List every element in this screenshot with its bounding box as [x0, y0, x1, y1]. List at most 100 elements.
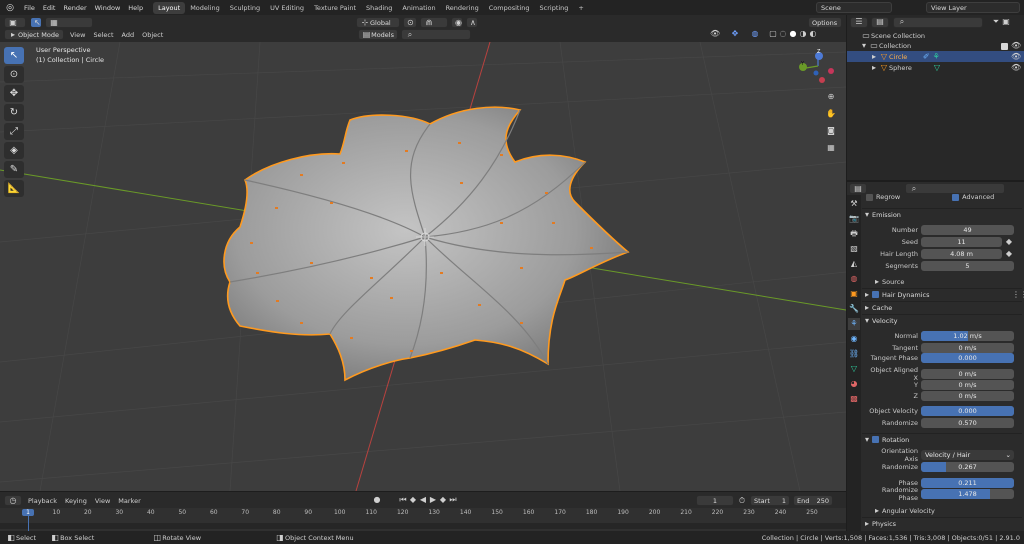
start-frame-field[interactable]: Start 1	[750, 495, 790, 506]
velocity-section-header[interactable]: ▾ Velocity	[862, 314, 1022, 326]
select-mode-button[interactable]: ↖	[30, 17, 42, 28]
outliner-collection[interactable]: ▾ ▭ Collection 👁	[859, 41, 1021, 51]
tab-layout[interactable]: Layout	[153, 1, 186, 14]
wireframe-shading-icon[interactable]: ◌	[778, 29, 788, 39]
menu-object[interactable]: Object	[142, 31, 163, 39]
expand-arrow-icon[interactable]: ▸	[869, 52, 879, 62]
drag-handle-icon[interactable]: ⋮⋮	[1012, 290, 1024, 300]
transform-orientation-dropdown[interactable]: ⊹ Global	[356, 17, 400, 28]
rotation-randomize-field[interactable]: 0.267	[921, 461, 1014, 472]
filter-icon[interactable]: ⏷	[991, 17, 1001, 27]
menu-window[interactable]: Window	[91, 4, 125, 12]
timeline-scrollbar[interactable]	[0, 523, 846, 529]
menu-view[interactable]: View	[70, 31, 85, 39]
annotate-tool-icon[interactable]: ✎	[4, 161, 24, 178]
physics-tab-icon[interactable]: ◉	[848, 333, 860, 345]
world-tab-icon[interactable]: ◍	[848, 273, 860, 285]
blender-logo-icon[interactable]: ◎	[4, 2, 16, 14]
tangent-field[interactable]: 0 m/s	[921, 342, 1014, 353]
scale-tool-icon[interactable]: ⤢	[4, 123, 24, 140]
tab-uv-editing[interactable]: UV Editing	[265, 2, 309, 14]
solid-shading-icon[interactable]: ●	[788, 29, 798, 39]
tab-animation[interactable]: Animation	[397, 2, 440, 14]
segments-field[interactable]: 5	[921, 260, 1014, 271]
physics-section-header[interactable]: ▸ Physics	[862, 517, 1022, 529]
move-tool-icon[interactable]: ✥	[4, 85, 24, 102]
tab-scripting[interactable]: Scripting	[535, 2, 574, 14]
regrow-checkbox[interactable]	[866, 193, 873, 201]
modifier-tab-icon[interactable]: 🔧	[848, 303, 860, 315]
menu-keying[interactable]: Keying	[65, 497, 87, 505]
grid-view-icon[interactable]: ▦	[826, 143, 836, 153]
play-icon[interactable]: ▶	[428, 495, 438, 505]
measure-tool-icon[interactable]: 📐	[4, 180, 24, 197]
sphere-visibility-icon[interactable]: 👁	[1011, 63, 1021, 73]
output-tab-icon[interactable]: 🖶	[848, 228, 860, 240]
texture-tab-icon[interactable]: ▩	[848, 393, 860, 405]
end-frame-field[interactable]: End 250	[793, 495, 833, 506]
emission-section-header[interactable]: ▾ Emission	[862, 208, 1022, 220]
proportional-edit-button[interactable]: ◉	[451, 17, 463, 28]
playhead-line[interactable]	[28, 516, 29, 531]
outliner-search-input[interactable]: ⌕	[893, 16, 983, 28]
outliner-scene-collection[interactable]: ▭ Scene Collection	[861, 31, 1021, 41]
jump-start-icon[interactable]: ⏮	[398, 495, 408, 505]
pivot-button[interactable]: ⊙	[403, 17, 417, 28]
transform-tool-icon[interactable]: ◈	[4, 142, 24, 159]
menu-select[interactable]: Select	[93, 31, 113, 39]
filter-search-input[interactable]: ⌕	[401, 29, 471, 40]
editor-type-button[interactable]: ▣	[4, 17, 26, 28]
timeline-editor-type[interactable]: ◷	[4, 495, 22, 506]
menu-help[interactable]: Help	[124, 4, 147, 12]
visibility-icon[interactable]: 👁	[710, 29, 720, 39]
mode-dropdown[interactable]: ▸ Object Mode	[4, 29, 64, 40]
gizmo-neg-x-axis[interactable]	[819, 77, 825, 83]
tab-rendering[interactable]: Rendering	[441, 2, 484, 14]
display-mode-button[interactable]: ▤	[871, 16, 889, 28]
outliner-editor-type[interactable]: ☰	[850, 16, 868, 28]
menu-add[interactable]: Add	[122, 31, 135, 39]
overlay-toggle-icon[interactable]: ◍	[750, 29, 760, 39]
pan-hand-icon[interactable]: ✋	[826, 109, 836, 119]
gizmo-toggle-icon[interactable]: ✥	[730, 29, 740, 39]
normal-field[interactable]: 1.02 m/s	[921, 330, 1014, 341]
menu-playback[interactable]: Playback	[28, 497, 57, 505]
collection-visibility-icon[interactable]: 👁	[1011, 41, 1021, 51]
expand-arrow-icon[interactable]: ▾	[859, 41, 869, 51]
data-tab-icon[interactable]: ▽	[848, 363, 860, 375]
hair-dynamics-checkbox[interactable]	[872, 291, 879, 298]
rotate-tool-icon[interactable]: ↻	[4, 104, 24, 121]
source-subpanel[interactable]: ▸ Source	[872, 277, 904, 287]
hair-dynamics-section-header[interactable]: ▸ Hair Dynamics ⋮⋮	[862, 288, 1024, 300]
randomize-phase-field[interactable]: 1.478	[921, 488, 1014, 499]
selection-mode-buttons[interactable]: ▦	[45, 17, 93, 28]
material-tab-icon[interactable]: ◕	[848, 378, 860, 390]
menu-edit[interactable]: Edit	[39, 4, 60, 12]
current-frame-field[interactable]: 1	[696, 495, 734, 506]
seed-field[interactable]: 11	[921, 236, 1002, 247]
3d-viewport[interactable]: User Perspective (1) Collection | Circle…	[0, 42, 846, 491]
add-workspace-icon[interactable]: +	[573, 2, 588, 14]
number-field[interactable]: 49	[921, 224, 1014, 235]
animate-property-icon[interactable]: ◆	[1004, 249, 1014, 259]
outliner-item-sphere[interactable]: ▸ ▽ Sphere ▽ 👁	[847, 62, 1024, 73]
tangent-phase-field[interactable]: 0.000	[921, 352, 1014, 363]
advanced-checkbox[interactable]	[952, 193, 960, 201]
cache-section-header[interactable]: ▸ Cache	[862, 301, 1022, 313]
zoom-icon[interactable]: ⊕	[826, 92, 836, 102]
tab-sculpting[interactable]: Sculpting	[225, 2, 265, 14]
circle-visibility-icon[interactable]: 👁	[1011, 52, 1021, 62]
material-shading-icon[interactable]: ◑	[798, 29, 808, 39]
stopwatch-icon[interactable]: ⏱	[737, 496, 747, 506]
aligned-y-field[interactable]: 0 m/s	[921, 379, 1014, 390]
next-keyframe-icon[interactable]: ◆	[438, 495, 448, 505]
tab-shading[interactable]: Shading	[361, 2, 397, 14]
aligned-z-field[interactable]: 0 m/s	[921, 390, 1014, 401]
particles-tab-icon[interactable]: ⚘	[848, 318, 860, 330]
xray-icon[interactable]: ▢	[768, 29, 778, 39]
rendered-shading-icon[interactable]: ◐	[808, 29, 818, 39]
prev-keyframe-icon[interactable]: ◆	[408, 495, 418, 505]
snap-button[interactable]: ⋒	[420, 17, 448, 28]
tool-tab-icon[interactable]: ⚒	[848, 198, 860, 210]
collection-exclude-checkbox[interactable]	[1001, 42, 1008, 50]
